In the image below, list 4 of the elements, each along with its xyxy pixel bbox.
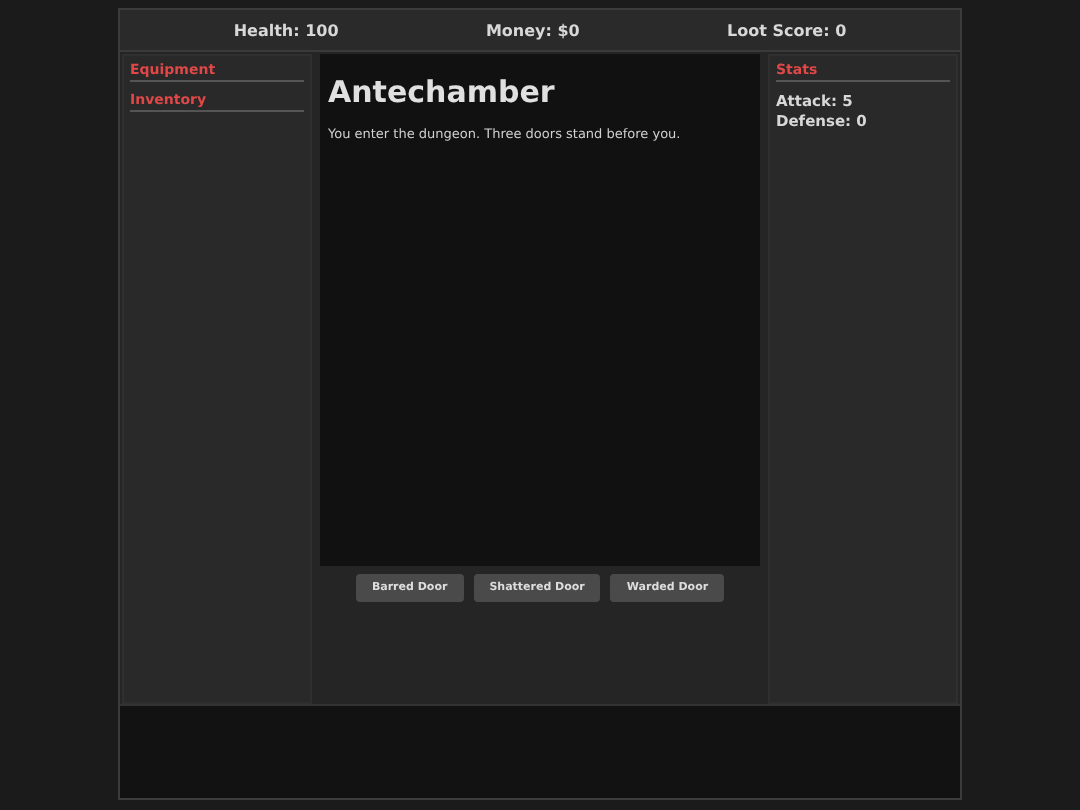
status-text: Loot Score: 0 [727,21,847,39]
status-text: Money: $0 [485,21,580,39]
status-text: Health: 100 [233,21,339,39]
room-title: Antechamber [328,74,557,110]
